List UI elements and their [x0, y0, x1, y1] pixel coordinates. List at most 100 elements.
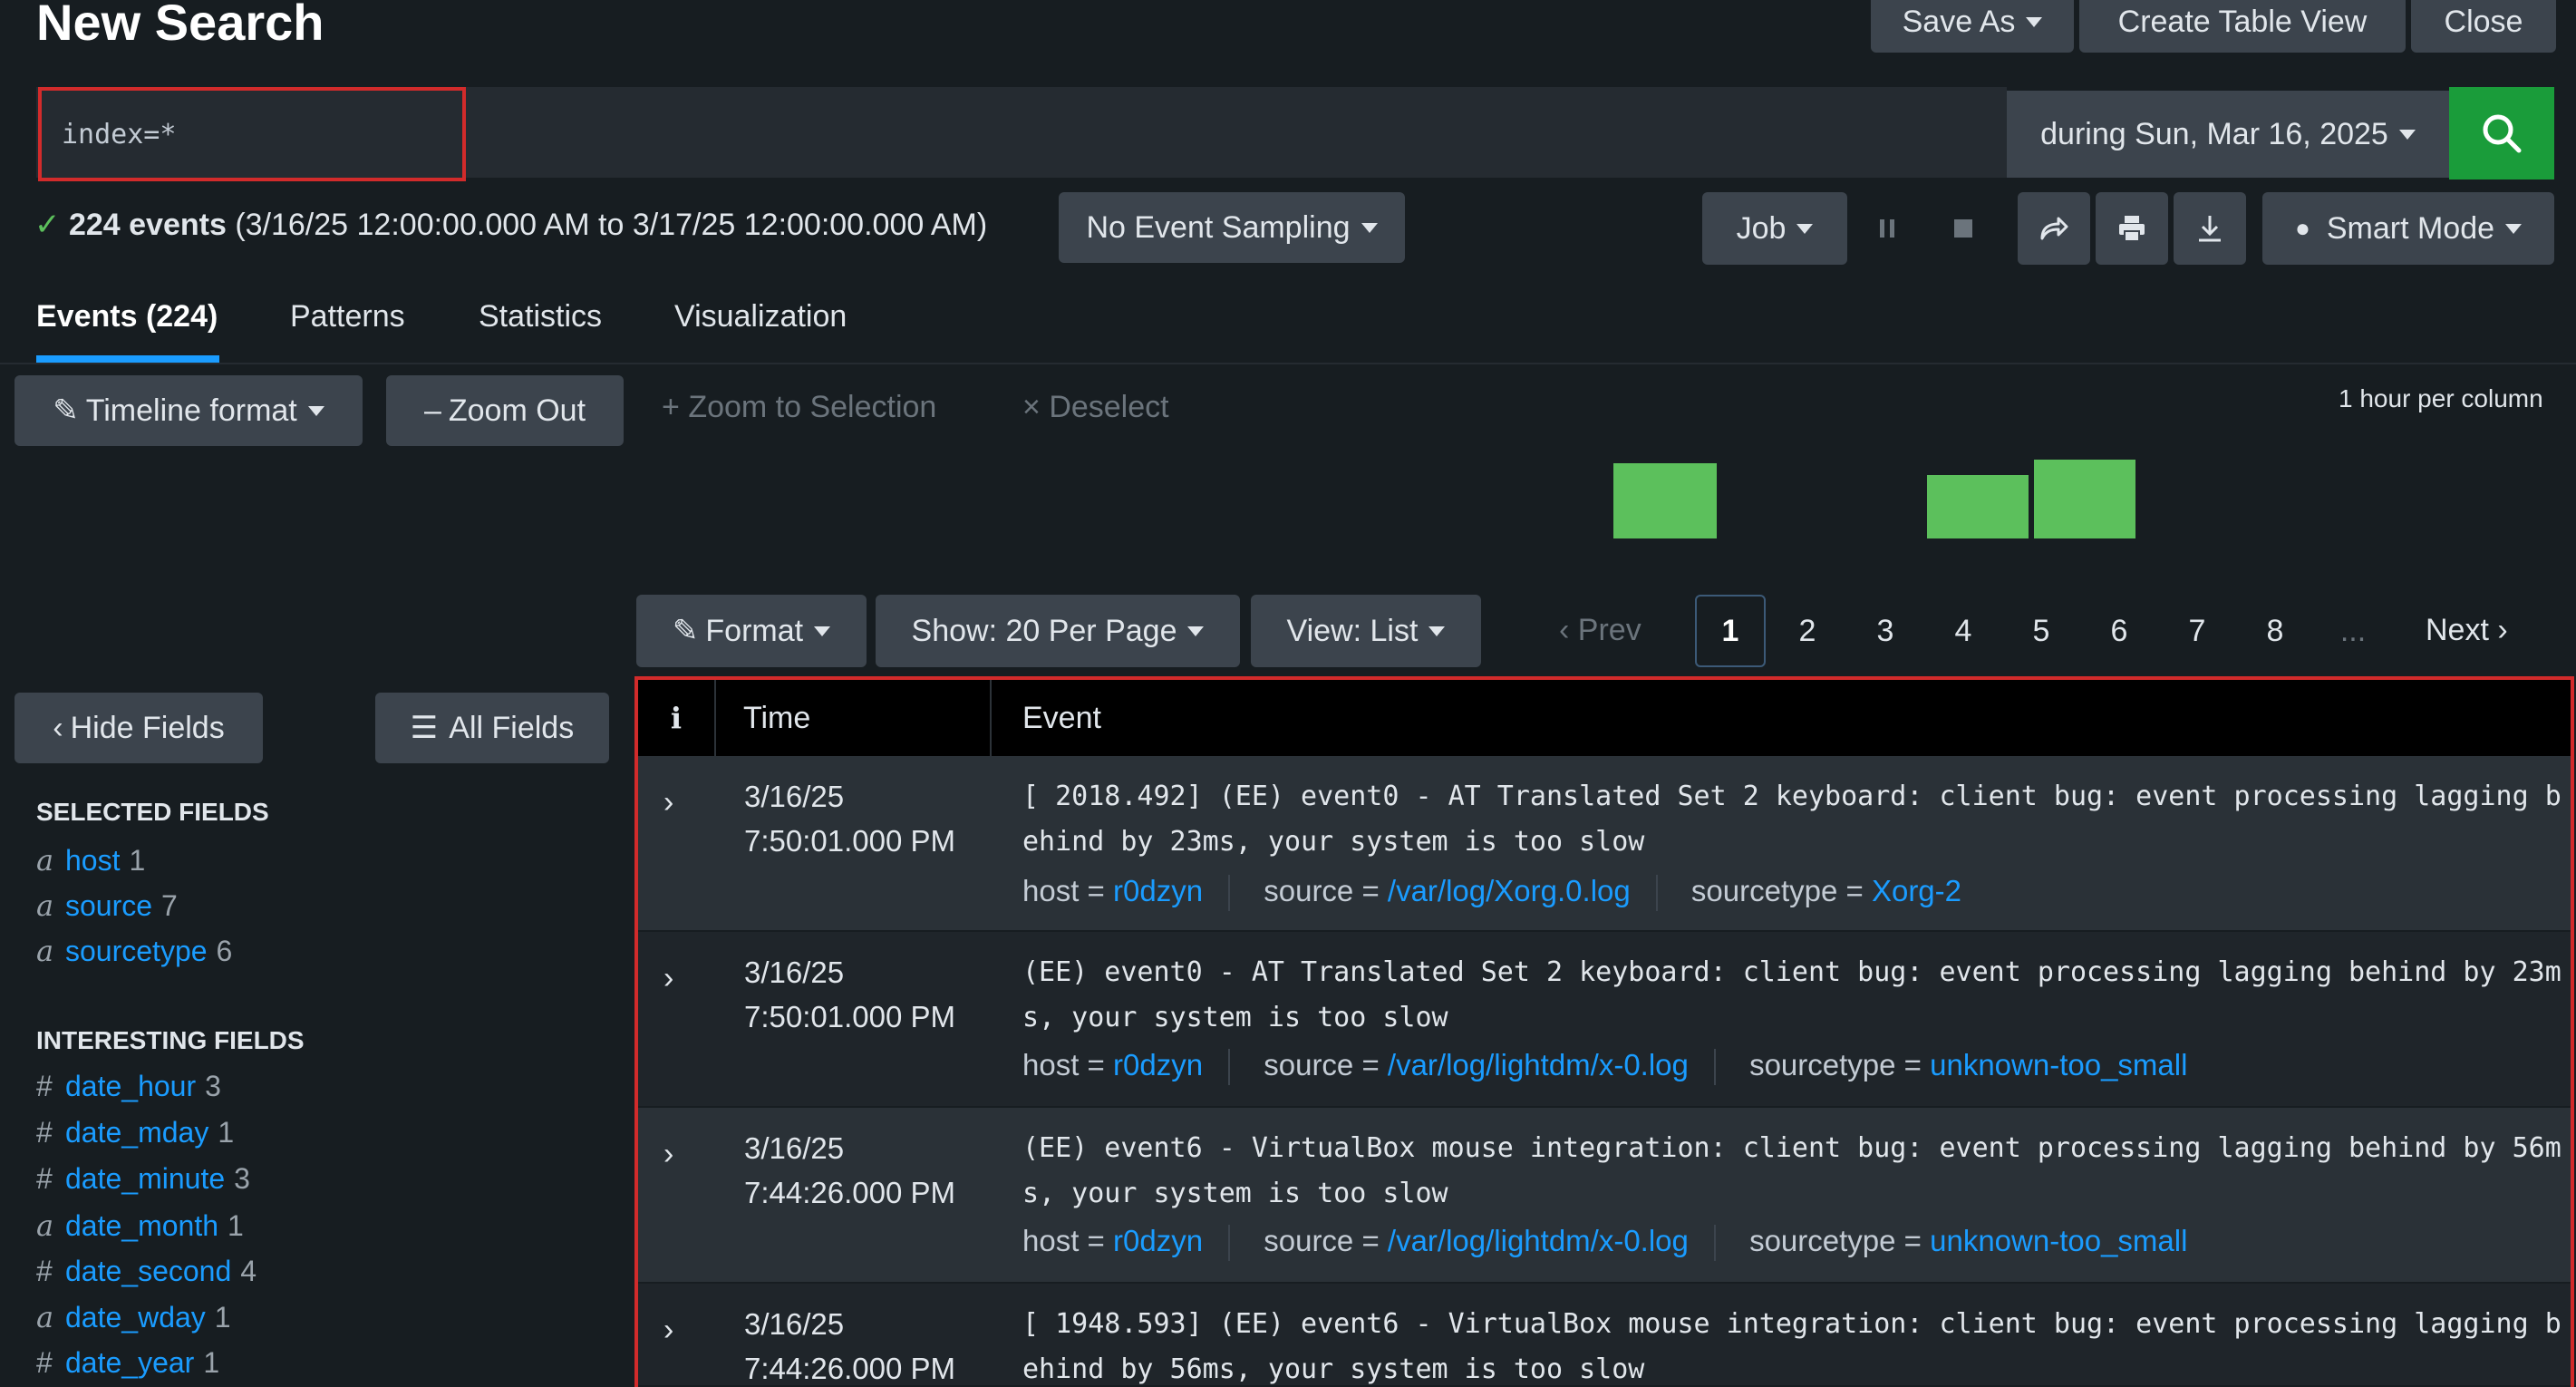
field-date-second[interactable]: # date_second 4 — [36, 1255, 257, 1288]
deselect-button[interactable]: × Deselect — [1022, 390, 1169, 425]
timeline-bar[interactable] — [2034, 460, 2135, 538]
page-8-button[interactable]: 8 — [2246, 595, 2304, 667]
tab-patterns[interactable]: Patterns — [290, 299, 405, 335]
page-number: 5 — [2032, 613, 2050, 648]
field-name: date_hour — [65, 1070, 197, 1102]
page-6-button[interactable]: 6 — [2090, 595, 2148, 667]
all-fields-button[interactable]: ☰ All Fields — [375, 693, 609, 763]
field-separator — [1713, 1225, 1716, 1262]
chevron-right-icon[interactable]: › — [663, 1137, 673, 1172]
stop-button[interactable] — [1943, 192, 1983, 265]
event-fields: host = r0dzyn source = /var/log/lightdm/… — [1022, 1048, 2187, 1086]
zoom-out-button[interactable]: – Zoom Out — [386, 375, 624, 446]
sourcetype-value[interactable]: unknown-too_small — [1930, 1048, 2187, 1081]
page-2-button[interactable]: 2 — [1778, 595, 1836, 667]
field-count: 1 — [203, 1346, 220, 1379]
job-menu-button[interactable]: Job — [1702, 192, 1847, 265]
sourcetype-value[interactable]: unknown-too_small — [1930, 1224, 2187, 1257]
string-type-icon: a — [36, 1208, 54, 1243]
search-mode-label: Smart Mode — [2326, 210, 2495, 246]
close-label: Close — [2444, 4, 2523, 39]
close-button[interactable]: Close — [2411, 0, 2556, 53]
next-page-button[interactable]: Next › — [2426, 613, 2508, 648]
timeline-bar[interactable] — [1613, 463, 1717, 538]
event-sampling-dropdown[interactable]: No Event Sampling — [1059, 192, 1405, 263]
source-value[interactable]: /var/log/lightdm/x-0.log — [1388, 1048, 1689, 1081]
search-button[interactable] — [2449, 87, 2554, 179]
timeline-format-dropdown[interactable]: ✎ Timeline format — [15, 375, 363, 446]
page-3-button[interactable]: 3 — [1856, 595, 1914, 667]
export-button[interactable] — [2174, 192, 2246, 265]
page-4-button[interactable]: 4 — [1934, 595, 1992, 667]
time-range-picker[interactable]: during Sun, Mar 16, 2025 — [2007, 91, 2449, 178]
chevron-right-icon[interactable]: › — [663, 785, 673, 820]
format-dropdown[interactable]: ✎ Format — [636, 595, 867, 667]
page-7-button[interactable]: 7 — [2168, 595, 2226, 667]
source-value[interactable]: /var/log/Xorg.0.log — [1388, 874, 1631, 907]
caret-down-icon — [307, 405, 324, 416]
field-date-hour[interactable]: # date_hour 3 — [36, 1070, 221, 1103]
field-host[interactable]: a host 1 — [36, 843, 145, 878]
page-number: 8 — [2266, 613, 2284, 648]
host-value[interactable]: r0dzyn — [1113, 874, 1203, 907]
selected-fields-heading: SELECTED FIELDS — [36, 798, 269, 826]
pause-button[interactable] — [1867, 192, 1907, 265]
sourcetype-key: sourcetype = — [1749, 1048, 1922, 1081]
page-5-button[interactable]: 5 — [2012, 595, 2070, 667]
create-table-view-button[interactable]: Create Table View — [2079, 0, 2406, 53]
chevron-right-icon: › — [2497, 613, 2508, 647]
search-input[interactable]: index=* — [38, 87, 466, 181]
tab-events[interactable]: Events (224) — [36, 299, 218, 335]
prev-page-button[interactable]: ‹ Prev — [1559, 613, 1641, 648]
time-column-header[interactable]: Time — [714, 680, 992, 756]
sourcetype-value[interactable]: Xorg-2 — [1872, 874, 1961, 907]
search-mode-dropdown[interactable]: ● Smart Mode — [2262, 192, 2554, 265]
save-as-button[interactable]: Save As — [1871, 0, 2074, 53]
zoom-out-label: Zoom Out — [448, 393, 586, 428]
host-value[interactable]: r0dzyn — [1113, 1048, 1203, 1081]
per-page-dropdown[interactable]: Show: 20 Per Page — [876, 595, 1240, 667]
field-name: date_mday — [65, 1116, 209, 1149]
number-type-icon: # — [36, 1162, 53, 1195]
field-sourcetype[interactable]: a sourcetype 6 — [36, 934, 232, 968]
create-table-view-label: Create Table View — [2117, 4, 2368, 39]
caret-down-icon — [2398, 129, 2416, 140]
chevron-right-icon[interactable]: › — [663, 961, 673, 996]
field-name: date_minute — [65, 1162, 226, 1195]
tab-statistics[interactable]: Statistics — [479, 299, 602, 335]
field-date-mday[interactable]: # date_mday 1 — [36, 1116, 234, 1149]
timeline-scale-note: 1 hour per column — [2339, 384, 2543, 412]
field-date-month[interactable]: a date_month 1 — [36, 1208, 244, 1243]
hide-fields-button[interactable]: ‹ Hide Fields — [15, 693, 263, 763]
number-type-icon: # — [36, 1346, 53, 1379]
field-separator — [1228, 875, 1231, 912]
tab-visualization[interactable]: Visualization — [674, 299, 847, 335]
page-number: 2 — [1798, 613, 1816, 648]
tab-patterns-label: Patterns — [290, 299, 405, 334]
chevron-right-icon[interactable]: › — [663, 1313, 673, 1348]
timeline-bar[interactable] — [1927, 475, 2029, 538]
ellipsis-text: ... — [2339, 613, 2367, 648]
print-icon — [2119, 216, 2145, 242]
string-type-icon: a — [36, 888, 54, 923]
field-name: date_second — [65, 1255, 232, 1287]
caret-down-icon — [2026, 16, 2043, 27]
field-date-wday[interactable]: a date_wday 1 — [36, 1300, 231, 1334]
field-count: 1 — [129, 844, 146, 877]
check-icon: ✓ — [34, 208, 61, 242]
field-name: source — [65, 889, 153, 922]
view-dropdown[interactable]: View: List — [1251, 595, 1481, 667]
event-header-label: Event — [1022, 700, 1101, 735]
field-source[interactable]: a source 7 — [36, 888, 178, 923]
search-query: index=* — [62, 118, 177, 150]
time-header-label: Time — [743, 700, 811, 735]
host-value[interactable]: r0dzyn — [1113, 1224, 1203, 1257]
page-1-button[interactable]: 1 — [1695, 595, 1766, 667]
stop-icon — [1954, 219, 1972, 238]
source-value[interactable]: /var/log/lightdm/x-0.log — [1388, 1224, 1689, 1257]
share-button[interactable] — [2018, 192, 2090, 265]
print-button[interactable] — [2096, 192, 2168, 265]
zoom-to-selection-button[interactable]: + Zoom to Selection — [662, 390, 936, 425]
field-date-minute[interactable]: # date_minute 3 — [36, 1162, 250, 1196]
field-date-year[interactable]: # date_year 1 — [36, 1346, 219, 1380]
